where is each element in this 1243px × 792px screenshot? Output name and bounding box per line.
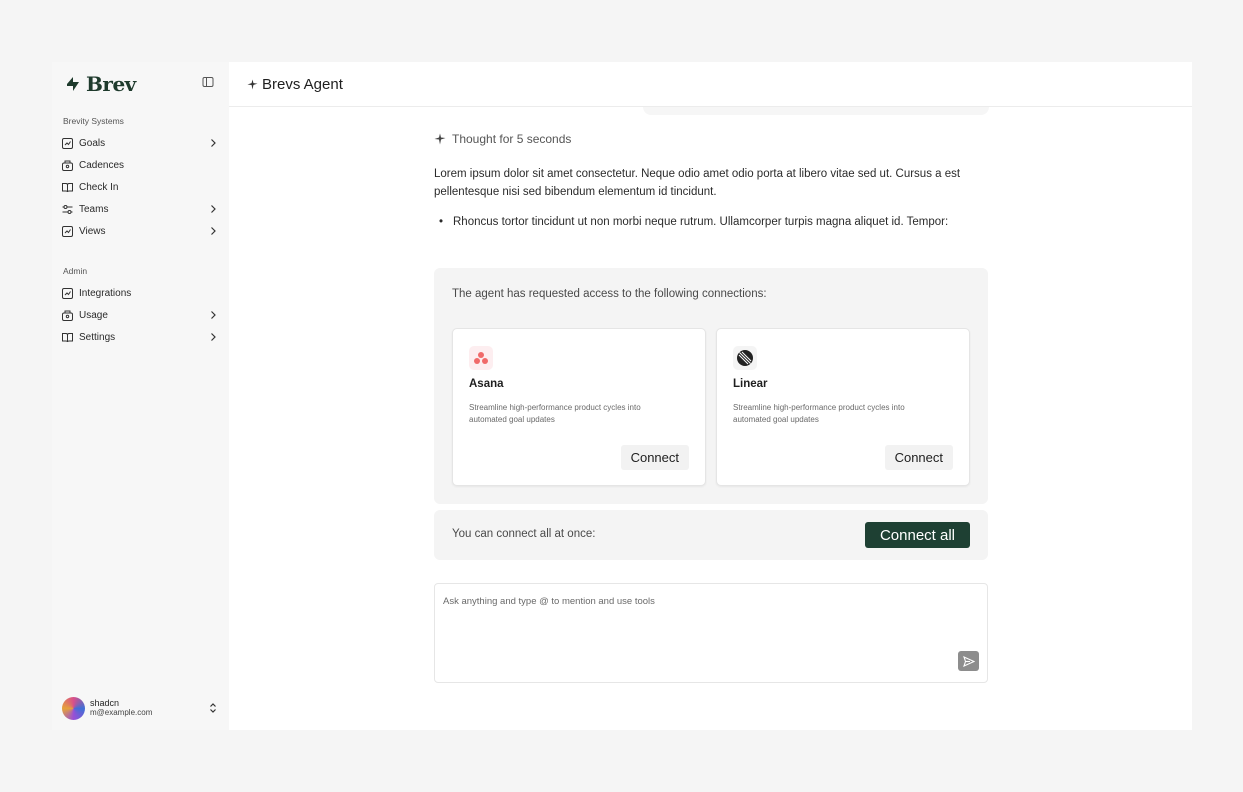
sidebar-item-integrations[interactable]: Integrations <box>62 284 218 302</box>
sidebar-item-label: Integrations <box>79 287 132 299</box>
send-icon <box>962 655 975 667</box>
header: Brevs Agent <box>229 62 1192 107</box>
asana-icon <box>469 346 493 370</box>
cadences-icon <box>62 160 73 171</box>
avatar <box>62 696 85 720</box>
page-title: Brevs Agent <box>262 75 343 93</box>
views-icon <box>62 225 73 237</box>
sidebar: Brev Brevity Systems Goals Cadences Chec… <box>52 62 229 730</box>
sidebar-item-label: Cadences <box>79 159 125 171</box>
main-panel: Brevs Agent Thought for 5 seconds Lorem … <box>229 62 1192 730</box>
usage-icon <box>62 310 73 321</box>
bullet-text: Rhoncus tortor tincidunt ut non morbi ne… <box>453 216 949 228</box>
integrations-icon <box>62 287 73 299</box>
chevrons-up-down-icon <box>210 703 216 713</box>
sidebar-item-label: Settings <box>79 331 116 343</box>
sidebar-item-label: Views <box>79 225 106 237</box>
workspace-label: Brevity Systems <box>63 116 124 126</box>
connect-all-text: You can connect all at once: <box>452 528 596 540</box>
sidebar-item-views[interactable]: Views <box>62 222 218 240</box>
connection-card-linear: Linear Streamline high-performance produ… <box>716 328 970 486</box>
brand[interactable]: Brev <box>64 72 136 96</box>
chevron-right-icon <box>211 139 216 147</box>
sidebar-item-cadences[interactable]: Cadences <box>62 156 218 174</box>
connect-all-panel: You can connect all at once: Connect all <box>434 510 988 560</box>
connection-name: Asana <box>469 378 504 390</box>
composer <box>434 583 988 683</box>
connect-all-button[interactable]: Connect all <box>865 522 970 548</box>
connection-description: Streamline high-performance product cycl… <box>733 403 905 424</box>
connect-asana-button[interactable]: Connect <box>620 445 689 470</box>
goals-icon <box>62 137 73 149</box>
agent-spark-icon <box>247 78 258 90</box>
sidebar-item-label: Goals <box>79 137 106 149</box>
connection-description: Streamline high-performance product cycl… <box>469 403 641 424</box>
book-icon <box>62 332 73 342</box>
admin-label: Admin <box>63 266 88 276</box>
sidebar-item-teams[interactable]: Teams <box>62 200 218 218</box>
sidebar-item-usage[interactable]: Usage <box>62 306 218 324</box>
send-button[interactable] <box>958 651 979 671</box>
message-input[interactable] <box>443 596 963 656</box>
chevron-right-icon <box>211 333 216 341</box>
sidebar-item-label: Usage <box>79 309 108 321</box>
linear-icon <box>733 346 757 370</box>
teams-icon <box>62 204 73 214</box>
sidebar-item-label: Check In <box>79 181 119 193</box>
thought-indicator[interactable]: Thought for 5 seconds <box>434 132 571 146</box>
access-request-prompt: The agent has requested access to the fo… <box>452 288 767 300</box>
chevron-right-icon <box>211 205 216 213</box>
user-email: m@example.com <box>90 708 153 717</box>
agent-message-bullet: • Rhoncus tortor tincidunt ut non morbi … <box>439 213 984 231</box>
agent-message-paragraph: Lorem ipsum dolor sit amet consectetur. … <box>434 168 961 198</box>
agent-spark-icon <box>434 133 446 145</box>
thought-text: Thought for 5 seconds <box>452 132 572 146</box>
brev-logo-icon <box>67 77 79 91</box>
sidebar-item-settings[interactable]: Settings <box>62 328 218 346</box>
sidebar-item-goals[interactable]: Goals <box>62 134 218 152</box>
bullet-dot: • <box>439 216 444 228</box>
previous-message-bubble <box>643 107 989 115</box>
sidebar-item-check-in[interactable]: Check In <box>62 178 218 196</box>
connection-card-asana: Asana Streamline high-performance produc… <box>452 328 706 486</box>
brand-name: Brev <box>86 72 136 96</box>
sidebar-toggle-icon[interactable] <box>202 76 214 88</box>
user-menu[interactable]: shadcn m@example.com <box>62 696 218 720</box>
connect-linear-button[interactable]: Connect <box>884 445 953 470</box>
connection-name: Linear <box>733 378 768 390</box>
chevron-right-icon <box>211 227 216 235</box>
book-icon <box>62 182 73 192</box>
sidebar-item-label: Teams <box>79 203 109 215</box>
app-window: Brev Brevity Systems Goals Cadences Chec… <box>52 62 1192 730</box>
chevron-right-icon <box>211 311 216 319</box>
access-request-panel: The agent has requested access to the fo… <box>434 268 988 504</box>
user-name: shadcn <box>90 698 120 708</box>
